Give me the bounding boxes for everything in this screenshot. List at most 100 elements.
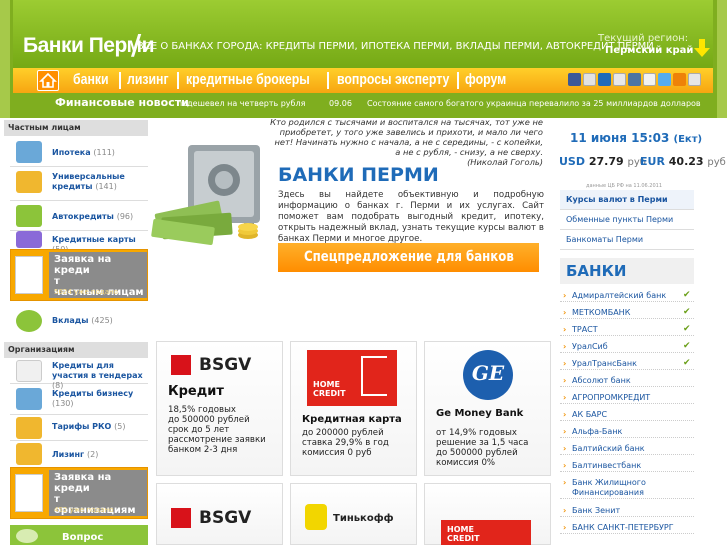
bank-link[interactable]: Балтийский банк (560, 444, 694, 455)
offer-title: Ge Money Bank (436, 408, 524, 419)
news-item[interactable]: Состояние самого богатого украинца перев… (367, 99, 701, 108)
sidebar-item-tenders[interactable]: Кредиты для участия в тендерах (8) (10, 359, 148, 390)
request-title: Заявка на креди (54, 472, 112, 494)
bank-logo-text: CREDIT (447, 534, 480, 543)
news-item[interactable]: подешевел на четверть рубля (177, 99, 305, 108)
sidebar-item-leasing[interactable]: Лизинг (2) (10, 441, 148, 467)
home-credit-logo: HOME CREDIT (441, 520, 531, 545)
main-nav: банки лизинг кредитные брокеры вопросы э… (13, 68, 713, 93)
sidebar-item-count: (141) (95, 182, 117, 191)
bank-link[interactable]: ТРАСТ (560, 325, 694, 336)
section-head-private: Частным лицам (4, 120, 148, 136)
clipboard-icon (16, 360, 42, 382)
bank-logo-text: BSGV (199, 355, 252, 375)
offer-card-home-credit[interactable]: HOME CREDIT Кредитная карта до 200000 руб… (290, 341, 417, 476)
sidebar-item-rko[interactable]: Тарифы РКО (5) (10, 415, 148, 441)
news-title[interactable]: Финансовые новости (55, 96, 189, 109)
bank-link[interactable]: Банк Зенит (560, 506, 694, 517)
mail-icon[interactable] (598, 73, 611, 86)
sidebar-item-mortgage[interactable]: Ипотека (111) (10, 137, 148, 167)
currency-unit: руб (707, 157, 726, 168)
blog-icon[interactable] (643, 73, 656, 86)
eur-rate: EUR 40.23 руб (640, 155, 726, 168)
offer-card-home-credit-2[interactable]: HOME CREDIT (424, 483, 551, 545)
offer-card-ge-money[interactable]: GE Ge Money Bank от 14,9% годовых решени… (424, 341, 551, 476)
header: Банки Перми / ВСЕ О БАНКАХ ГОРОДА: КРЕДИ… (0, 0, 727, 118)
bank-link-text: Финансирования (572, 488, 644, 497)
offer-title: Кредитная карта (302, 414, 402, 425)
arrow-down-icon[interactable] (693, 38, 711, 58)
home-credit-logo: HOME CREDIT (307, 350, 397, 406)
bank-link[interactable]: Банк ЖилищногоФинансирования (560, 478, 694, 499)
link-exchange-rates[interactable]: Курсы валют в Перми (560, 190, 694, 210)
sidebar-item-business[interactable]: Кредиты бизнесу (130) (10, 384, 148, 415)
nav-leasing[interactable]: лизинг (127, 71, 169, 88)
region-label: Текущий регион: (598, 33, 689, 44)
request-title: т (54, 276, 60, 287)
house-icon (16, 141, 42, 163)
request-title: т (54, 494, 60, 505)
expert-question-button[interactable]: Вопрос эксперту (10, 525, 148, 545)
bank-link[interactable]: Абсолют банк (560, 376, 694, 387)
site-tagline: ВСЕ О БАНКАХ ГОРОДА: КРЕДИТЫ ПЕРМИ, ИПОТ… (137, 41, 654, 52)
bank-logo-text: HOME (313, 380, 340, 389)
offer-line: комиссия 0 руб (302, 448, 372, 458)
sidebar-item-universal[interactable]: Универсальные кредиты (141) (10, 167, 148, 201)
yandex-icon[interactable] (688, 73, 701, 86)
nav-home[interactable] (37, 70, 59, 91)
sidebar-item-label: Кредиты бизнесу (52, 389, 134, 398)
sidebar-item-cards[interactable]: Кредитные карты (50) (10, 231, 148, 254)
special-offer-button[interactable]: Спецпредложение для банков (278, 243, 539, 272)
nav-banks[interactable]: банки (73, 71, 109, 88)
nav-brokers[interactable]: кредитные брокеры (186, 71, 310, 88)
request-org-button[interactable]: Заявка на креди т организациям 452 уже под… (10, 467, 148, 519)
offer-line: комиссия 0% (436, 458, 496, 468)
nav-expert[interactable]: вопросы эксперту (337, 71, 449, 88)
twitter-icon[interactable] (658, 73, 671, 86)
bank-link[interactable]: АГРОПРОМКРЕДИТ (560, 393, 694, 404)
bank-link[interactable]: Альфа-Банк (560, 427, 694, 438)
chat-icon (16, 529, 38, 543)
banks-heading: БАНКИ (566, 262, 627, 280)
facebook-icon[interactable] (568, 73, 581, 86)
offer-card-bsgv[interactable]: BSGV Кредит 18,5% годовых до 500000 рубл… (156, 341, 283, 476)
bank-logo-text: BSGV (199, 508, 252, 528)
check-icon: ✔ (683, 358, 691, 368)
bank-link[interactable]: УралТрансБанк (560, 359, 694, 370)
sidebar-item-deposits[interactable]: Вклады (425) (10, 302, 148, 340)
nav-forum[interactable]: форум (465, 71, 506, 88)
link-atms[interactable]: Банкоматы Перми (560, 230, 694, 250)
bank-link[interactable]: МЕТКОМБАНК (560, 308, 694, 319)
region-value[interactable]: Пермский край (605, 45, 693, 56)
usd-rate: USD 27.79 руб (559, 155, 646, 168)
sidebar-item-count: (96) (116, 212, 134, 221)
check-icon: ✔ (683, 341, 691, 351)
sidebar-item-auto[interactable]: Автокредиты (96) (10, 201, 148, 231)
currency-value: 27.79 (588, 155, 624, 168)
check-icon: ✔ (683, 324, 691, 334)
ge-logo-icon: GE (463, 350, 513, 400)
bank-link[interactable]: УралСиб (560, 342, 694, 353)
bank-link[interactable]: БАНК САНКТ-ПЕТЕРБУРГ (560, 523, 694, 534)
request-private-button[interactable]: Заявка на креди т частным лицам 5624 уже п… (10, 249, 148, 301)
link-exchange-points[interactable]: Обменные пункты Перми (560, 210, 694, 230)
bookmark-icon[interactable] (613, 73, 626, 86)
special-offer-label: Спецпредложение для банков (303, 249, 514, 265)
share-icon[interactable] (583, 73, 596, 86)
odnoklassniki-icon[interactable] (673, 73, 686, 86)
rate-source: данные ЦБ РФ на 11.06.2011 (586, 183, 663, 189)
bank-link[interactable]: АК БАРС (560, 410, 694, 421)
news-date: 09.06 (329, 99, 352, 108)
vkontakte-icon[interactable] (628, 73, 641, 86)
sidebar-item-label: Вклады (52, 316, 89, 325)
sidebar-item-count: (5) (114, 422, 126, 431)
bank-link[interactable]: Адмиралтейский банк (560, 291, 694, 302)
request-count: 5624 уже подано (54, 288, 118, 296)
sidebar-item-count: (130) (52, 399, 74, 408)
bank-link[interactable]: Балтинвестбанк (560, 461, 694, 472)
sidebar-item-label: Тарифы РКО (52, 422, 112, 431)
offer-card-tinkoff[interactable]: Тинькофф (290, 483, 417, 545)
request-count: 452 уже подано (54, 506, 114, 514)
offer-card-bsgv-2[interactable]: BSGV (156, 483, 283, 545)
offer-line: до 200000 рублей (302, 428, 384, 438)
